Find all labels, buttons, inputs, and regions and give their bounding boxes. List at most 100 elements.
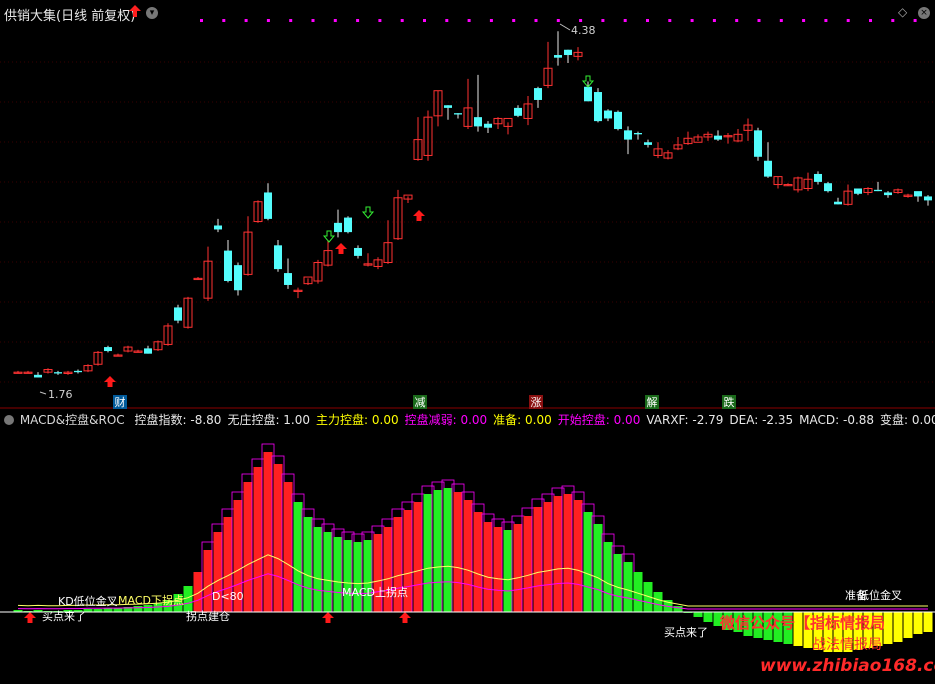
candle-body	[714, 135, 722, 140]
watermark-line2: 战法情报局	[812, 637, 882, 653]
signal-dot	[222, 19, 226, 22]
signal-dot	[690, 19, 694, 22]
macd-low-label: MACD下拐点	[118, 593, 184, 607]
signal-dot	[601, 19, 605, 22]
candlestick-series	[13, 31, 932, 378]
candle-body	[534, 88, 542, 100]
candle-body	[814, 173, 822, 182]
event-label: 涨	[531, 396, 542, 409]
signal-dot	[356, 19, 360, 22]
histogram-bar	[333, 537, 343, 612]
signal-dot	[712, 19, 716, 22]
histogram-bar	[583, 512, 593, 612]
candle-body	[854, 188, 862, 194]
signal-dot	[445, 19, 449, 22]
indicator-header: MACD&控盘&ROC 控盘指数: -8.80 无庄控盘: 1.00 主力控盘: 0…	[0, 411, 935, 429]
signal-dot	[668, 19, 672, 22]
histogram-bar	[353, 542, 363, 612]
candle-body	[474, 117, 482, 127]
candle-body	[594, 92, 602, 122]
signal-dot	[333, 19, 337, 22]
indicator-item: 开始控盘: 0.00	[557, 413, 641, 427]
candle-body	[144, 348, 152, 354]
signal-dot	[423, 19, 426, 22]
signal-dot	[489, 19, 493, 22]
histogram-bar	[423, 494, 433, 612]
candle-body	[234, 265, 242, 291]
histogram-bar	[453, 492, 463, 612]
main-chart-canvas: 4.38 1.76 财 减 涨 解 跌 KD低位金叉 MACD下拐点买点来了 D<80 拐点建仓…	[0, 19, 935, 652]
histogram-bar	[503, 530, 513, 612]
signal-dot	[512, 19, 516, 22]
turn-build-label: 拐点建仓	[186, 609, 230, 623]
buy-arrow-icon	[335, 243, 347, 254]
candle-body	[604, 110, 612, 119]
event-label: 财	[115, 395, 126, 409]
histogram-bar	[513, 524, 523, 612]
candle-body	[444, 105, 452, 108]
candle-body	[514, 107, 522, 116]
indicator-close-icon[interactable]	[4, 415, 14, 425]
signal-dot	[623, 19, 627, 22]
candle-body	[754, 130, 762, 157]
candle-body	[484, 123, 492, 128]
candle-body	[584, 86, 592, 102]
signal-dot	[869, 19, 872, 22]
buy-arrow-icon	[24, 612, 36, 623]
histogram-bar	[613, 554, 623, 612]
histogram-bar	[313, 527, 323, 612]
histogram-bar	[543, 502, 553, 612]
buy-arrow-icon	[322, 612, 334, 623]
signal-dot	[824, 19, 828, 22]
signal-dot	[400, 19, 404, 22]
candle-body	[284, 273, 292, 285]
candle-body	[634, 133, 642, 135]
indicator-item: DEA: -2.35	[729, 413, 794, 427]
indicator-item: 控盘指数: -8.80	[134, 413, 222, 427]
histogram-bar	[493, 527, 503, 612]
candle-body	[344, 217, 352, 233]
candle-body	[764, 160, 772, 177]
signal-dot	[757, 19, 761, 22]
histogram-bar	[553, 496, 563, 612]
event-label: 跌	[724, 395, 735, 409]
candle-body	[644, 142, 652, 145]
indicator-name: MACD&控盘&ROC	[19, 413, 125, 427]
signal-dot	[913, 19, 917, 22]
candle-body	[454, 113, 462, 115]
candle-body	[884, 192, 892, 196]
histogram-bar	[473, 512, 483, 612]
signal-dot	[534, 19, 538, 22]
low-price-label: 1.76	[48, 388, 73, 401]
histogram-bar	[463, 500, 473, 612]
event-label: 减	[415, 396, 426, 409]
signal-dot-row	[200, 19, 917, 22]
candle-body	[874, 189, 882, 192]
watermark-line1: 微信公众号【指标情报局	[720, 614, 886, 632]
candle-body	[824, 183, 832, 192]
histogram-bar	[193, 572, 203, 612]
histogram-bar	[243, 482, 253, 612]
histogram-bar	[533, 507, 543, 612]
buy-label: 买点来了	[42, 610, 86, 623]
histogram-bar	[623, 562, 633, 612]
indicator-item: 主力控盘: 0.00	[316, 413, 399, 427]
histogram-bar	[283, 482, 293, 612]
histogram-bar	[263, 452, 273, 612]
candle-body	[834, 201, 842, 205]
signal-dot	[891, 19, 895, 22]
indicator-item: VARXF: -2.79	[646, 413, 724, 427]
histogram-bar	[293, 502, 303, 612]
high-pointer	[559, 23, 571, 31]
signal-dot	[289, 19, 293, 22]
histogram-bar	[413, 502, 423, 612]
signal-dot	[779, 19, 783, 22]
buy-label-2: 买点来了	[664, 626, 708, 639]
histogram-bar	[593, 524, 603, 612]
histogram-bar	[433, 490, 443, 612]
buy-arrow-icon	[104, 376, 116, 387]
candle-body	[54, 372, 62, 374]
candle-body	[354, 247, 362, 256]
histogram-bar	[323, 532, 333, 612]
buy-arrow-icon	[413, 210, 425, 221]
